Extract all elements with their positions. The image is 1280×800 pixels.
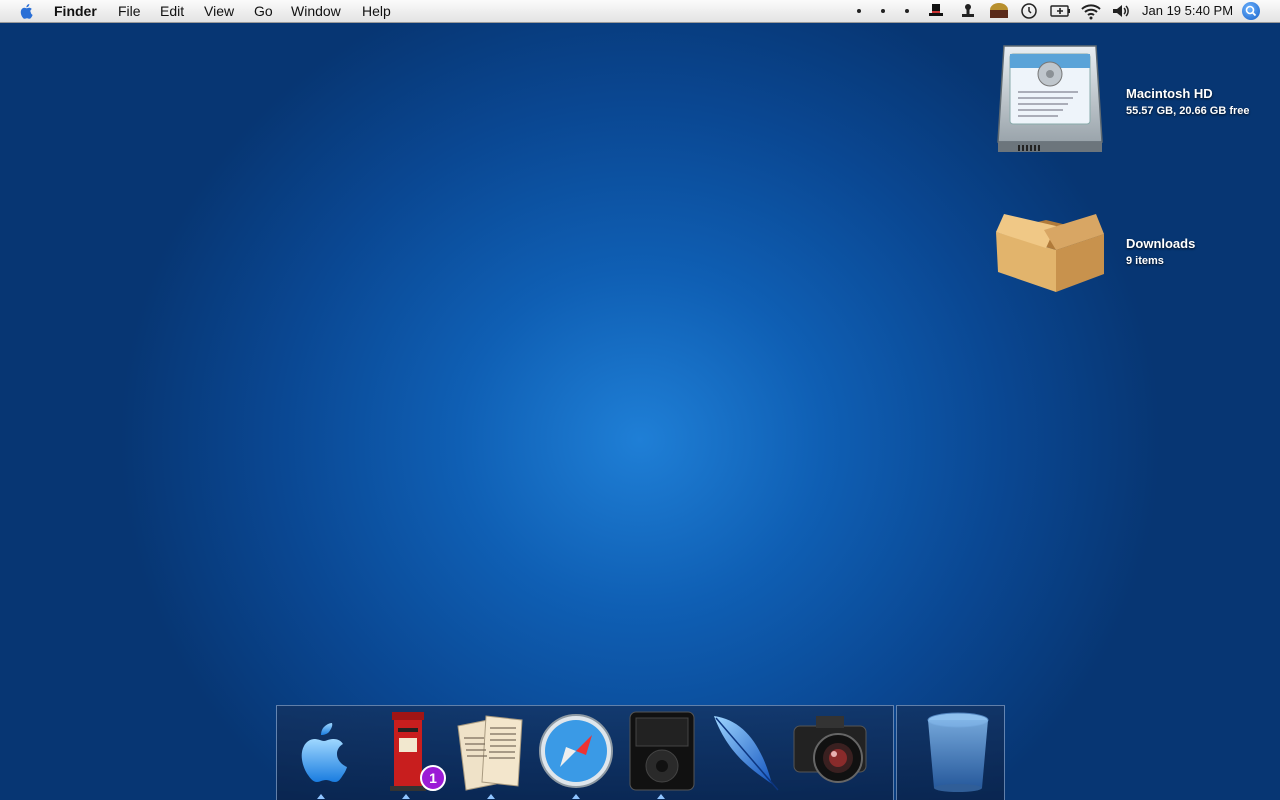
time-machine-icon[interactable] (1019, 1, 1039, 21)
volume-icon[interactable] (1110, 1, 1132, 21)
trash-icon[interactable] (918, 708, 998, 792)
running-indicator (317, 794, 325, 799)
cauldron-icon[interactable] (988, 1, 1010, 21)
running-indicator (402, 794, 410, 799)
desktop-item-title: Macintosh HD (1126, 86, 1213, 101)
status-dot-icon[interactable] (857, 9, 861, 13)
running-indicator (657, 794, 665, 799)
stamp-icon[interactable] (958, 1, 978, 21)
menu-edit[interactable]: Edit (160, 2, 184, 20)
apple-logo-icon[interactable] (282, 708, 362, 792)
desktop-item-title: Downloads (1126, 236, 1196, 251)
running-indicator (572, 794, 580, 799)
safari-compass-icon[interactable] (536, 708, 616, 792)
running-indicator (487, 794, 495, 799)
status-dot-icon[interactable] (881, 9, 885, 13)
menu-help[interactable]: Help (362, 2, 391, 20)
box-folder-icon[interactable] (992, 206, 1108, 294)
desktop-item-subtitle: 9 items (1126, 255, 1164, 267)
menu-app-finder[interactable]: Finder (54, 2, 97, 20)
menu-window[interactable]: Window (291, 2, 341, 20)
hard-drive-icon[interactable] (996, 42, 1104, 158)
spotlight-icon[interactable] (1242, 2, 1260, 20)
menu-clock[interactable]: Jan 19 5:40 PM (1142, 2, 1233, 20)
wifi-icon[interactable] (1080, 1, 1102, 21)
menu-view[interactable]: View (204, 2, 234, 20)
menu-bar: Finder File Edit View Go Window Help Jan… (0, 0, 1280, 23)
tophat-icon[interactable] (926, 1, 946, 21)
camera-icon[interactable] (790, 708, 870, 792)
desktop-item-subtitle: 55.57 GB, 20.66 GB free (1126, 105, 1250, 117)
status-dot-icon[interactable] (905, 9, 909, 13)
battery-icon[interactable] (1049, 1, 1073, 21)
menu-file[interactable]: File (118, 2, 141, 20)
menu-go[interactable]: Go (254, 2, 273, 20)
apple-menu-icon[interactable] (18, 2, 36, 20)
newspapers-icon[interactable] (452, 708, 532, 792)
ipod-icon[interactable] (622, 708, 702, 792)
notification-badge: 1 (420, 765, 446, 791)
feather-icon[interactable] (704, 708, 784, 792)
